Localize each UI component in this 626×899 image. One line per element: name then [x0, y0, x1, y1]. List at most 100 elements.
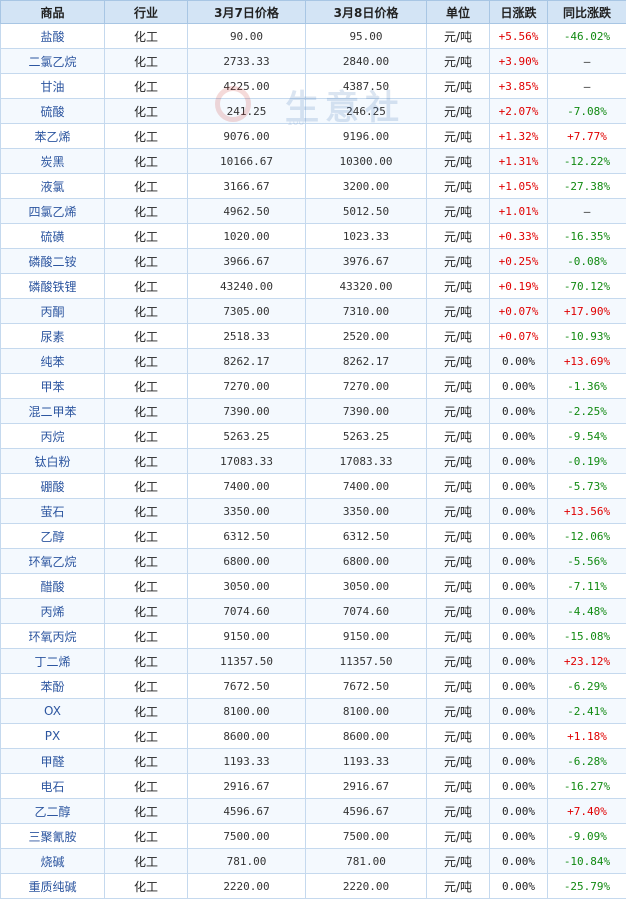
price-mar7-cell: 17083.33 — [188, 449, 306, 474]
commodity-name-link[interactable]: 重质纯碱 — [1, 874, 105, 899]
unit-cell: 元/吨 — [427, 824, 490, 849]
commodity-name-link[interactable]: 萤石 — [1, 499, 105, 524]
header-commodity: 商品 — [1, 1, 105, 24]
yoy-change-cell: +7.77% — [548, 124, 626, 149]
unit-cell: 元/吨 — [427, 224, 490, 249]
commodity-name-link[interactable]: 乙二醇 — [1, 799, 105, 824]
commodity-name-link[interactable]: 丙酮 — [1, 299, 105, 324]
commodity-name-link[interactable]: 丁二烯 — [1, 649, 105, 674]
yoy-change-cell: +13.56% — [548, 499, 626, 524]
industry-cell: 化工 — [105, 749, 188, 774]
commodity-name-link[interactable]: 磷酸铁锂 — [1, 274, 105, 299]
price-mar7-cell: 7672.50 — [188, 674, 306, 699]
commodity-name-link[interactable]: 纯苯 — [1, 349, 105, 374]
commodity-name-link[interactable]: PX — [1, 724, 105, 749]
commodity-name-link[interactable]: 醋酸 — [1, 574, 105, 599]
commodity-name-link[interactable]: 二氯乙烷 — [1, 49, 105, 74]
daily-change-cell: 0.00% — [490, 699, 548, 724]
price-mar8-cell: 3200.00 — [306, 174, 427, 199]
yoy-change-cell: -25.79% — [548, 874, 626, 899]
industry-cell: 化工 — [105, 24, 188, 49]
daily-change-cell: 0.00% — [490, 374, 548, 399]
commodity-name-link[interactable]: 钛白粉 — [1, 449, 105, 474]
price-mar8-cell: 9196.00 — [306, 124, 427, 149]
price-mar7-cell: 90.00 — [188, 24, 306, 49]
yoy-change-cell: -27.38% — [548, 174, 626, 199]
commodity-name-link[interactable]: 炭黑 — [1, 149, 105, 174]
price-mar8-cell: 4596.67 — [306, 799, 427, 824]
commodity-name-link[interactable]: 硫酸 — [1, 99, 105, 124]
industry-cell: 化工 — [105, 374, 188, 399]
yoy-change-cell: -70.12% — [548, 274, 626, 299]
yoy-change-cell: -2.41% — [548, 699, 626, 724]
commodity-name-link[interactable]: 苯乙烯 — [1, 124, 105, 149]
price-mar7-cell: 3966.67 — [188, 249, 306, 274]
commodity-name-link[interactable]: 磷酸二铵 — [1, 249, 105, 274]
price-mar7-cell: 241.25 — [188, 99, 306, 124]
daily-change-cell: +5.56% — [490, 24, 548, 49]
commodity-name-link[interactable]: 四氯乙烯 — [1, 199, 105, 224]
commodity-name-link[interactable]: 混二甲苯 — [1, 399, 105, 424]
price-mar8-cell: 7310.00 — [306, 299, 427, 324]
price-mar8-cell: 5012.50 — [306, 199, 427, 224]
daily-change-cell: 0.00% — [490, 449, 548, 474]
price-mar8-cell: 7500.00 — [306, 824, 427, 849]
price-mar7-cell: 7305.00 — [188, 299, 306, 324]
industry-cell: 化工 — [105, 499, 188, 524]
unit-cell: 元/吨 — [427, 774, 490, 799]
commodity-name-link[interactable]: 三聚氰胺 — [1, 824, 105, 849]
price-mar8-cell: 8600.00 — [306, 724, 427, 749]
commodity-name-link[interactable]: 盐酸 — [1, 24, 105, 49]
commodity-name-link[interactable]: 环氧丙烷 — [1, 624, 105, 649]
commodity-name-link[interactable]: 乙醇 — [1, 524, 105, 549]
price-mar7-cell: 1193.33 — [188, 749, 306, 774]
commodity-name-link[interactable]: 苯酚 — [1, 674, 105, 699]
industry-cell: 化工 — [105, 474, 188, 499]
yoy-change-cell: -1.36% — [548, 374, 626, 399]
commodity-name-link[interactable]: 环氧乙烷 — [1, 549, 105, 574]
industry-cell: 化工 — [105, 549, 188, 574]
yoy-change-cell: -0.08% — [548, 249, 626, 274]
commodity-name-link[interactable]: 尿素 — [1, 324, 105, 349]
commodity-name-link[interactable]: 甲醛 — [1, 749, 105, 774]
unit-cell: 元/吨 — [427, 399, 490, 424]
commodity-name-link[interactable]: 电石 — [1, 774, 105, 799]
table-row: 磷酸二铵化工3966.673976.67元/吨+0.25%-0.08% — [1, 249, 626, 274]
industry-cell: 化工 — [105, 99, 188, 124]
price-mar8-cell: 1023.33 — [306, 224, 427, 249]
price-mar8-cell: 7400.00 — [306, 474, 427, 499]
commodity-name-link[interactable]: OX — [1, 699, 105, 724]
daily-change-cell: 0.00% — [490, 724, 548, 749]
price-mar7-cell: 7074.60 — [188, 599, 306, 624]
commodity-name-link[interactable]: 液氯 — [1, 174, 105, 199]
unit-cell: 元/吨 — [427, 324, 490, 349]
price-mar8-cell: 10300.00 — [306, 149, 427, 174]
table-row: 盐酸化工90.0095.00元/吨+5.56%-46.02% — [1, 24, 626, 49]
industry-cell: 化工 — [105, 524, 188, 549]
table-row: 硼酸化工7400.007400.00元/吨0.00%-5.73% — [1, 474, 626, 499]
unit-cell: 元/吨 — [427, 424, 490, 449]
price-mar8-cell: 7270.00 — [306, 374, 427, 399]
commodity-name-link[interactable]: 硫磺 — [1, 224, 105, 249]
industry-cell: 化工 — [105, 74, 188, 99]
commodity-name-link[interactable]: 丙烷 — [1, 424, 105, 449]
commodity-name-link[interactable]: 甘油 — [1, 74, 105, 99]
industry-cell: 化工 — [105, 249, 188, 274]
commodity-name-link[interactable]: 甲苯 — [1, 374, 105, 399]
unit-cell: 元/吨 — [427, 149, 490, 174]
commodity-name-link[interactable]: 硼酸 — [1, 474, 105, 499]
unit-cell: 元/吨 — [427, 49, 490, 74]
yoy-change-cell: -16.27% — [548, 774, 626, 799]
yoy-change-cell: -2.25% — [548, 399, 626, 424]
industry-cell: 化工 — [105, 124, 188, 149]
price-mar8-cell: 4387.50 — [306, 74, 427, 99]
yoy-change-cell: +1.18% — [548, 724, 626, 749]
unit-cell: 元/吨 — [427, 749, 490, 774]
commodity-name-link[interactable]: 丙烯 — [1, 599, 105, 624]
unit-cell: 元/吨 — [427, 549, 490, 574]
industry-cell: 化工 — [105, 149, 188, 174]
commodity-name-link[interactable]: 烧碱 — [1, 849, 105, 874]
table-row: 尿素化工2518.332520.00元/吨+0.07%-10.93% — [1, 324, 626, 349]
price-mar8-cell: 3350.00 — [306, 499, 427, 524]
table-row: 萤石化工3350.003350.00元/吨0.00%+13.56% — [1, 499, 626, 524]
